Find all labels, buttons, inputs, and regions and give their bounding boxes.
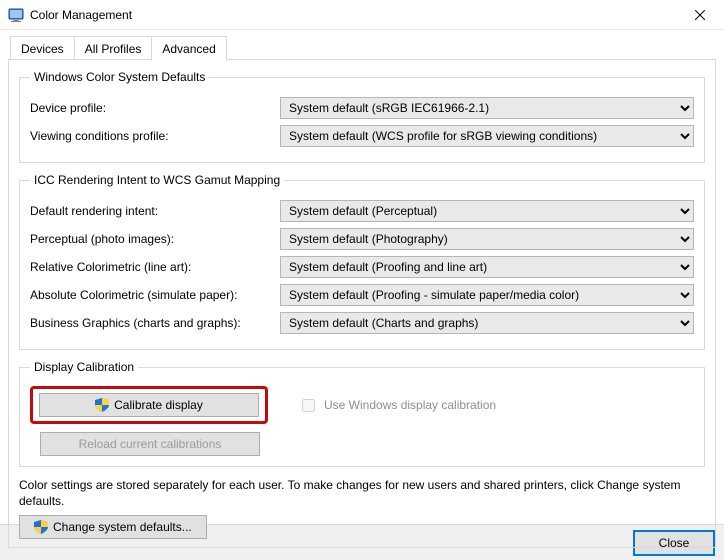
viewing-conditions-select[interactable]: System default (WCS profile for sRGB vie…: [280, 125, 694, 147]
shield-icon: [95, 398, 109, 412]
tab-panel-advanced: Windows Color System Defaults Device pro…: [8, 59, 716, 548]
group-legend: ICC Rendering Intent to WCS Gamut Mappin…: [30, 173, 284, 187]
close-icon: [695, 10, 705, 20]
business-graphics-label: Business Graphics (charts and graphs):: [30, 316, 280, 330]
change-system-defaults-button[interactable]: Change system defaults...: [19, 515, 207, 539]
tab-advanced[interactable]: Advanced: [151, 36, 226, 61]
device-profile-label: Device profile:: [30, 101, 280, 115]
change-system-defaults-label: Change system defaults...: [53, 520, 192, 534]
reload-calibrations-button[interactable]: Reload current calibrations: [40, 432, 260, 456]
absolute-colorimetric-label: Absolute Colorimetric (simulate paper):: [30, 288, 280, 302]
group-legend: Display Calibration: [30, 360, 138, 374]
device-profile-select[interactable]: System default (sRGB IEC61966-2.1): [280, 97, 694, 119]
business-graphics-select[interactable]: System default (Charts and graphs): [280, 312, 694, 334]
use-windows-calibration-input[interactable]: [302, 399, 315, 412]
calibrate-display-label: Calibrate display: [114, 398, 203, 412]
tab-strip: Devices All Profiles Advanced: [10, 36, 724, 60]
relative-colorimetric-label: Relative Colorimetric (line art):: [30, 260, 280, 274]
shield-icon: [34, 520, 48, 534]
calibrate-display-button[interactable]: Calibrate display: [39, 393, 259, 417]
window-title: Color Management: [30, 8, 677, 22]
perceptual-select[interactable]: System default (Photography): [280, 228, 694, 250]
perceptual-label: Perceptual (photo images):: [30, 232, 280, 246]
default-rendering-intent-select[interactable]: System default (Perceptual): [280, 200, 694, 222]
reload-calibrations-label: Reload current calibrations: [79, 437, 222, 451]
default-rendering-intent-label: Default rendering intent:: [30, 204, 280, 218]
note-text: Color settings are stored separately for…: [19, 477, 705, 509]
group-legend: Windows Color System Defaults: [30, 70, 209, 84]
window-close-button[interactable]: [677, 0, 722, 30]
use-windows-calibration-checkbox[interactable]: Use Windows display calibration: [298, 396, 496, 415]
absolute-colorimetric-select[interactable]: System default (Proofing - simulate pape…: [280, 284, 694, 306]
app-icon: [8, 7, 24, 23]
titlebar: Color Management: [0, 0, 724, 30]
group-display-calibration: Display Calibration Calibrate display: [19, 360, 705, 467]
use-windows-calibration-label: Use Windows display calibration: [324, 398, 496, 412]
tab-devices[interactable]: Devices: [10, 36, 75, 60]
tab-all-profiles[interactable]: All Profiles: [74, 36, 153, 60]
group-windows-color-defaults: Windows Color System Defaults Device pro…: [19, 70, 705, 163]
relative-colorimetric-select[interactable]: System default (Proofing and line art): [280, 256, 694, 278]
highlight-calibrate-display: Calibrate display: [30, 386, 268, 424]
group-icc-rendering-intent: ICC Rendering Intent to WCS Gamut Mappin…: [19, 173, 705, 350]
viewing-conditions-label: Viewing conditions profile:: [30, 129, 280, 143]
